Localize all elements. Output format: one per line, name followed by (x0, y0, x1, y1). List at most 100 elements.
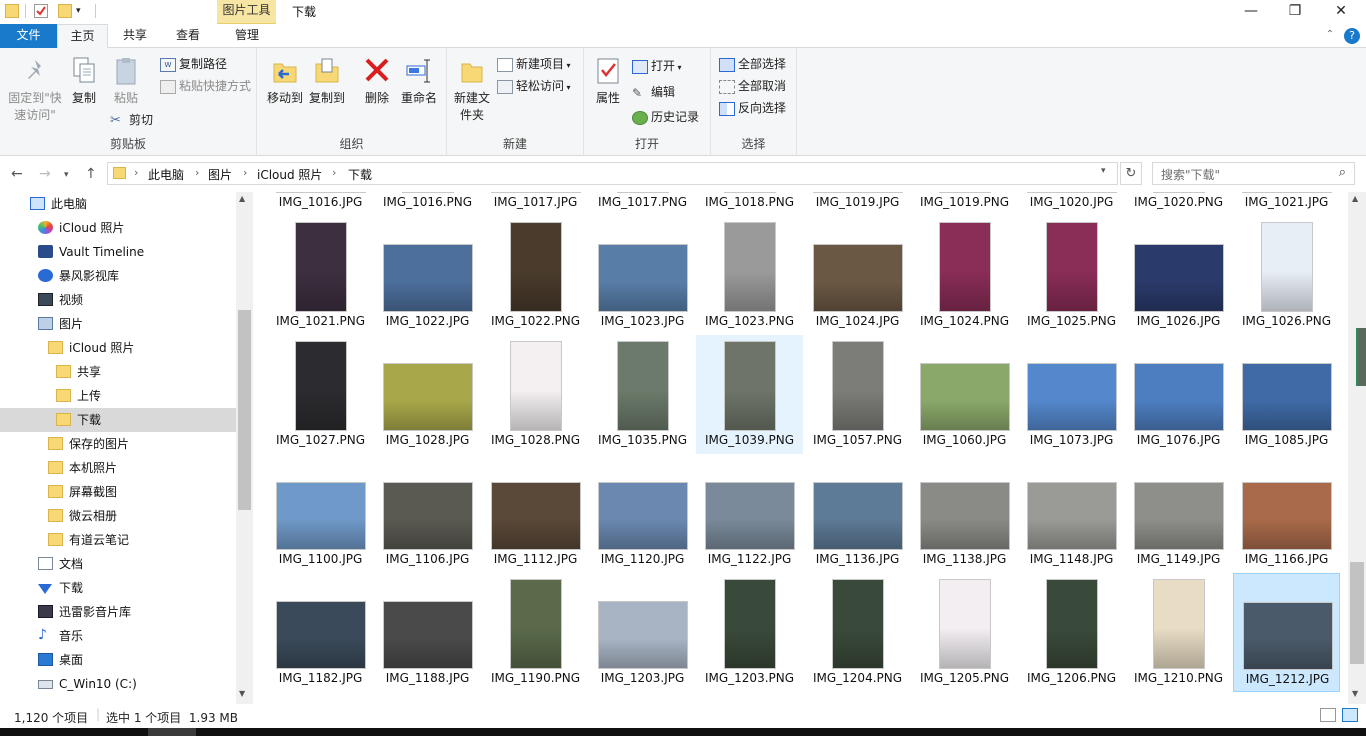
nav-item[interactable]: 下载 (0, 576, 236, 600)
large-icons-view-icon[interactable] (1342, 708, 1358, 722)
file-tile[interactable]: IMG_1016.PNG (374, 192, 481, 216)
file-tile[interactable]: IMG_1024.PNG (911, 216, 1018, 335)
search-input[interactable]: 搜索"下载" ⌕ (1152, 162, 1355, 185)
nav-item[interactable]: 暴风影视库 (0, 264, 236, 288)
file-tile[interactable]: IMG_1188.JPG (374, 573, 481, 692)
properties-button[interactable]: 属性 (590, 56, 626, 107)
breadcrumb-this-pc[interactable]: 此电脑 (148, 166, 184, 183)
invert-selection-button[interactable]: 反向选择 (719, 98, 786, 118)
scroll-up-icon[interactable]: ▲ (1352, 194, 1358, 203)
rename-button[interactable]: 重命名 (397, 56, 441, 107)
file-tile[interactable]: IMG_1136.JPG (804, 454, 911, 573)
file-tile[interactable]: IMG_1210.PNG (1125, 573, 1232, 692)
file-tile[interactable]: IMG_1017.PNG (589, 192, 696, 216)
nav-item[interactable]: 本机照片 (0, 456, 236, 480)
file-tile[interactable]: IMG_1120.JPG (589, 454, 696, 573)
navigation-scrollbar[interactable]: ▲ ▼ (236, 192, 253, 704)
file-tile[interactable]: IMG_1076.JPG (1125, 335, 1232, 454)
new-item-button[interactable]: 新建项目 ▾ (497, 54, 571, 74)
nav-item[interactable]: 保存的图片 (0, 432, 236, 456)
file-tile[interactable]: IMG_1073.JPG (1018, 335, 1125, 454)
breadcrumb-separator[interactable]: › (195, 166, 199, 179)
tab-file[interactable]: 文件 (0, 24, 57, 48)
tab-manage[interactable]: 管理 (220, 24, 274, 48)
tab-home[interactable]: 主页 (57, 24, 108, 49)
scroll-down-icon[interactable]: ▼ (239, 689, 245, 698)
breadcrumb-separator[interactable]: › (243, 166, 247, 179)
forward-icon[interactable]: → (39, 166, 51, 182)
nav-item[interactable]: 微云相册 (0, 504, 236, 528)
file-tile[interactable]: IMG_1122.JPG (696, 454, 803, 573)
file-tile[interactable]: IMG_1027.PNG (267, 335, 374, 454)
nav-item[interactable]: 图片 (0, 312, 236, 336)
nav-item[interactable]: C_Win10 (C:) (0, 672, 236, 696)
up-icon[interactable]: ↑ (85, 166, 97, 182)
scrollbar-thumb[interactable] (238, 310, 251, 510)
nav-item[interactable]: 上传 (0, 384, 236, 408)
nav-item[interactable]: 视频 (0, 288, 236, 312)
recent-locations-icon[interactable]: ▾ (64, 170, 69, 180)
file-tile[interactable]: IMG_1020.PNG (1125, 192, 1232, 216)
quick-access-dropdown-icon[interactable]: ▾ (76, 4, 90, 18)
breadcrumb-icloud[interactable]: iCloud 照片 (257, 166, 322, 183)
nav-item[interactable]: 屏幕截图 (0, 480, 236, 504)
copy-to-button[interactable]: 复制到 (307, 56, 347, 107)
file-tile[interactable]: IMG_1022.PNG (482, 216, 589, 335)
nav-item[interactable]: ♪ 音乐 (0, 624, 236, 648)
collapse-ribbon-icon[interactable]: ⌃ (1322, 24, 1338, 48)
file-tile[interactable]: IMG_1024.JPG (804, 216, 911, 335)
back-icon[interactable]: ← (11, 166, 23, 182)
file-tile[interactable]: IMG_1100.JPG (267, 454, 374, 573)
file-tile[interactable]: IMG_1016.JPG (267, 192, 374, 216)
search-icon[interactable]: ⌕ (1339, 165, 1346, 180)
file-tile[interactable]: IMG_1182.JPG (267, 573, 374, 692)
file-tile[interactable]: IMG_1028.JPG (374, 335, 481, 454)
file-tile[interactable]: IMG_1112.JPG (482, 454, 589, 573)
refresh-icon[interactable]: ↻ (1120, 162, 1142, 185)
nav-item[interactable]: 迅雷影音片库 (0, 600, 236, 624)
file-tile[interactable]: IMG_1018.PNG (696, 192, 803, 216)
scroll-down-icon[interactable]: ▼ (1352, 689, 1358, 698)
file-tile[interactable]: IMG_1190.PNG (482, 573, 589, 692)
nav-item[interactable]: Vault Timeline (0, 240, 236, 264)
file-tile[interactable]: IMG_1019.PNG (911, 192, 1018, 216)
nav-item[interactable]: 共享 (0, 360, 236, 384)
select-none-button[interactable]: 全部取消 (719, 76, 786, 96)
open-button[interactable]: 打开 ▾ (632, 56, 682, 76)
file-tile[interactable]: IMG_1205.PNG (911, 573, 1018, 692)
nav-item[interactable]: iCloud 照片 (0, 336, 236, 360)
scrollbar-thumb[interactable] (1350, 562, 1364, 664)
copy-path-button[interactable]: W 复制路径 (160, 54, 227, 74)
file-tile[interactable]: IMG_1022.JPG (374, 216, 481, 335)
file-tile[interactable]: IMG_1057.PNG (804, 335, 911, 454)
scroll-up-icon[interactable]: ▲ (239, 194, 245, 203)
file-tile[interactable]: IMG_1204.PNG (804, 573, 911, 692)
file-tile[interactable]: IMG_1212.JPG (1233, 573, 1340, 692)
nav-item[interactable]: 下载 (0, 408, 236, 432)
easy-access-button[interactable]: 轻松访问 ▾ (497, 76, 571, 96)
history-button[interactable]: 历史记录 (632, 107, 699, 127)
file-tile[interactable]: IMG_1035.PNG (589, 335, 696, 454)
file-tile[interactable]: IMG_1028.PNG (482, 335, 589, 454)
new-folder-button[interactable]: 新建文件夹 (451, 56, 493, 124)
file-tile[interactable]: IMG_1025.PNG (1018, 216, 1125, 335)
taskbar-button[interactable] (148, 728, 196, 736)
nav-item[interactable]: 此电脑 (0, 192, 236, 216)
file-tile[interactable]: IMG_1106.JPG (374, 454, 481, 573)
file-tile[interactable]: IMG_1023.PNG (696, 216, 803, 335)
nav-item[interactable]: 有道云笔记 (0, 528, 236, 552)
file-tile[interactable]: IMG_1085.JPG (1233, 335, 1340, 454)
file-tile[interactable]: IMG_1026.JPG (1125, 216, 1232, 335)
properties-quick-icon[interactable] (34, 4, 48, 18)
pin-quick-access-button[interactable]: 固定到"快速访问" (4, 56, 66, 124)
breadcrumb-separator[interactable]: › (332, 166, 336, 179)
select-all-button[interactable]: 全部选择 (719, 54, 786, 74)
file-tile[interactable]: IMG_1021.JPG (1233, 192, 1340, 216)
close-button[interactable]: ✕ (1318, 0, 1364, 24)
breadcrumb-pictures[interactable]: 图片 (208, 166, 232, 183)
tab-view[interactable]: 查看 (162, 24, 214, 48)
file-tile[interactable]: IMG_1019.JPG (804, 192, 911, 216)
file-tile[interactable]: IMG_1149.JPG (1125, 454, 1232, 573)
nav-item[interactable]: 桌面 (0, 648, 236, 672)
tab-share[interactable]: 共享 (110, 24, 160, 48)
